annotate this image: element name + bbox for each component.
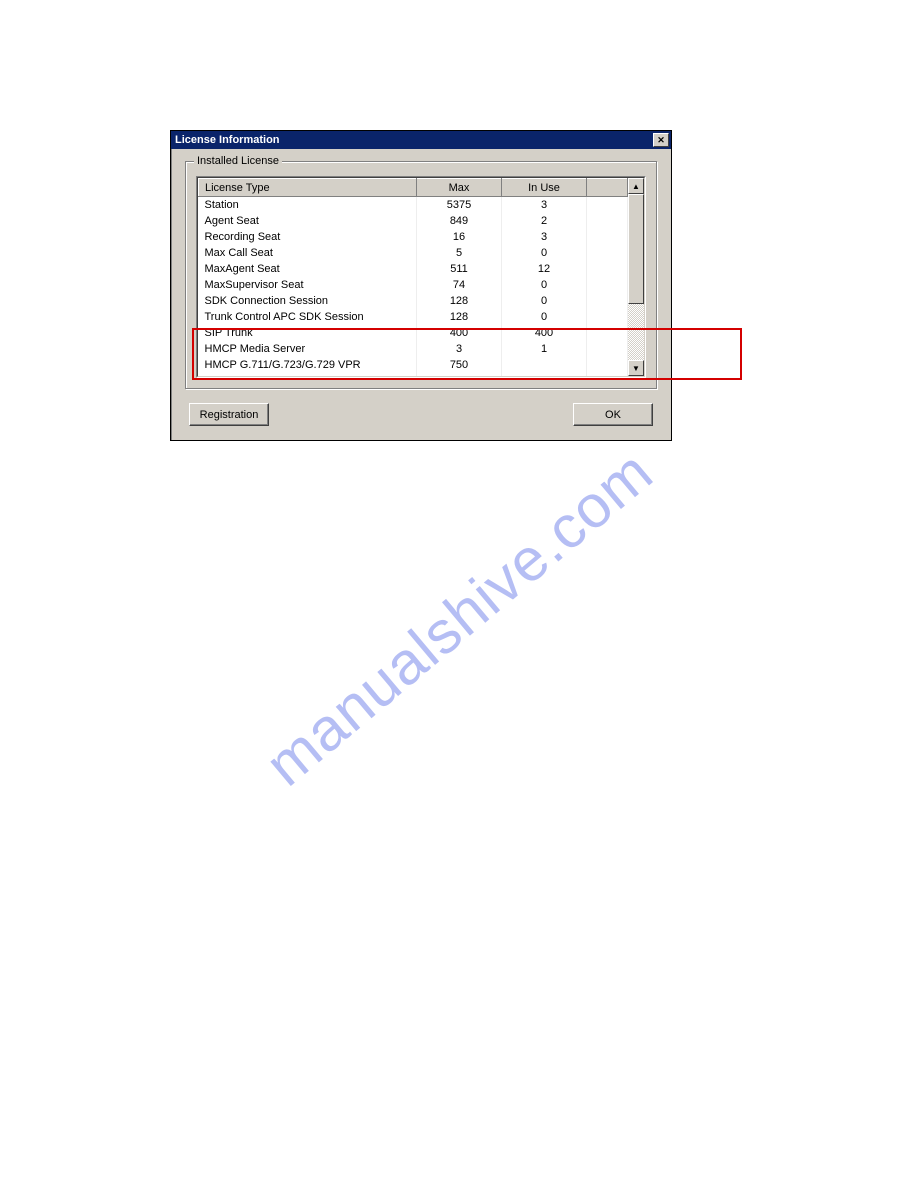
cell-license-type: Recording Seat	[199, 229, 417, 245]
col-in-use[interactable]: In Use	[502, 179, 587, 197]
dialog-body: Installed License	[171, 149, 671, 440]
cell-max: 511	[417, 261, 502, 277]
scroll-up-button[interactable]: ▲	[628, 178, 644, 194]
table-row[interactable]: Agent Seat8492	[199, 213, 628, 229]
cell-spacer	[587, 229, 628, 245]
registration-button[interactable]: Registration	[189, 403, 269, 426]
table-row[interactable]: SIP Trunk400400	[199, 325, 628, 341]
cell-spacer	[587, 245, 628, 261]
scrollbar-track[interactable]	[628, 304, 644, 360]
button-row: Registration OK	[185, 403, 657, 426]
titlebar[interactable]: License Information ✕	[171, 131, 671, 149]
cell-license-type: MaxSupervisor Seat	[199, 277, 417, 293]
table-row[interactable]: HMCP Agent Supervision Session60	[199, 373, 628, 377]
table-row[interactable]: Recording Seat163	[199, 229, 628, 245]
cell-spacer	[587, 261, 628, 277]
cell-spacer	[587, 325, 628, 341]
cell-spacer	[587, 309, 628, 325]
cell-max: 60	[417, 373, 502, 377]
cell-in-use: 0	[502, 293, 587, 309]
close-button[interactable]: ✕	[653, 133, 669, 147]
cell-license-type: Agent Seat	[199, 213, 417, 229]
vertical-scrollbar[interactable]: ▲ ▼	[628, 178, 644, 376]
col-spacer	[587, 179, 628, 197]
cell-spacer	[587, 293, 628, 309]
cell-spacer	[587, 213, 628, 229]
cell-in-use: 1	[502, 341, 587, 357]
table-row[interactable]: HMCP G.711/G.723/G.729 VPR750	[199, 357, 628, 373]
license-table: License Type Max In Use Station53753Agen…	[198, 178, 628, 376]
cell-in-use: 400	[502, 325, 587, 341]
chevron-up-icon: ▲	[632, 182, 640, 191]
cell-max: 849	[417, 213, 502, 229]
groupbox-label: Installed License	[194, 155, 282, 167]
cell-license-type: MaxAgent Seat	[199, 261, 417, 277]
ok-button[interactable]: OK	[573, 403, 653, 426]
cell-max: 128	[417, 293, 502, 309]
cell-max: 5	[417, 245, 502, 261]
cell-max: 3	[417, 341, 502, 357]
table-row[interactable]: SDK Connection Session1280	[199, 293, 628, 309]
cell-license-type: Max Call Seat	[199, 245, 417, 261]
watermark-text: manualshive.com	[252, 436, 665, 799]
cell-max: 16	[417, 229, 502, 245]
license-listview[interactable]: License Type Max In Use Station53753Agen…	[196, 176, 646, 378]
cell-license-type: SDK Connection Session	[199, 293, 417, 309]
cell-in-use	[502, 357, 587, 373]
cell-in-use: 0	[502, 309, 587, 325]
cell-spacer	[587, 357, 628, 373]
cell-in-use: 12	[502, 261, 587, 277]
cell-spacer	[587, 373, 628, 377]
col-license-type[interactable]: License Type	[199, 179, 417, 197]
col-max[interactable]: Max	[417, 179, 502, 197]
cell-license-type: HMCP Agent Supervision Session	[199, 373, 417, 377]
cell-spacer	[587, 197, 628, 213]
cell-in-use: 3	[502, 197, 587, 213]
cell-max: 750	[417, 357, 502, 373]
cell-in-use: 3	[502, 229, 587, 245]
scroll-down-button[interactable]: ▼	[628, 360, 644, 376]
license-information-dialog: License Information ✕ Installed License	[170, 130, 672, 441]
close-icon: ✕	[657, 135, 665, 146]
table-row[interactable]: HMCP Media Server31	[199, 341, 628, 357]
cell-in-use: 0	[502, 277, 587, 293]
cell-spacer	[587, 277, 628, 293]
cell-max: 400	[417, 325, 502, 341]
cell-in-use	[502, 373, 587, 377]
chevron-down-icon: ▼	[632, 364, 640, 373]
installed-license-groupbox: Installed License	[185, 161, 657, 389]
cell-license-type: Station	[199, 197, 417, 213]
cell-license-type: HMCP G.711/G.723/G.729 VPR	[199, 357, 417, 373]
table-row[interactable]: Station53753	[199, 197, 628, 213]
cell-license-type: SIP Trunk	[199, 325, 417, 341]
cell-max: 128	[417, 309, 502, 325]
table-row[interactable]: Max Call Seat50	[199, 245, 628, 261]
dialog-title: License Information	[175, 134, 280, 146]
cell-license-type: HMCP Media Server	[199, 341, 417, 357]
table-row[interactable]: MaxSupervisor Seat740	[199, 277, 628, 293]
table-row[interactable]: Trunk Control APC SDK Session1280	[199, 309, 628, 325]
cell-spacer	[587, 341, 628, 357]
cell-license-type: Trunk Control APC SDK Session	[199, 309, 417, 325]
cell-in-use: 0	[502, 245, 587, 261]
cell-max: 74	[417, 277, 502, 293]
cell-max: 5375	[417, 197, 502, 213]
table-row[interactable]: MaxAgent Seat51112	[199, 261, 628, 277]
cell-in-use: 2	[502, 213, 587, 229]
scrollbar-thumb[interactable]	[628, 194, 644, 304]
